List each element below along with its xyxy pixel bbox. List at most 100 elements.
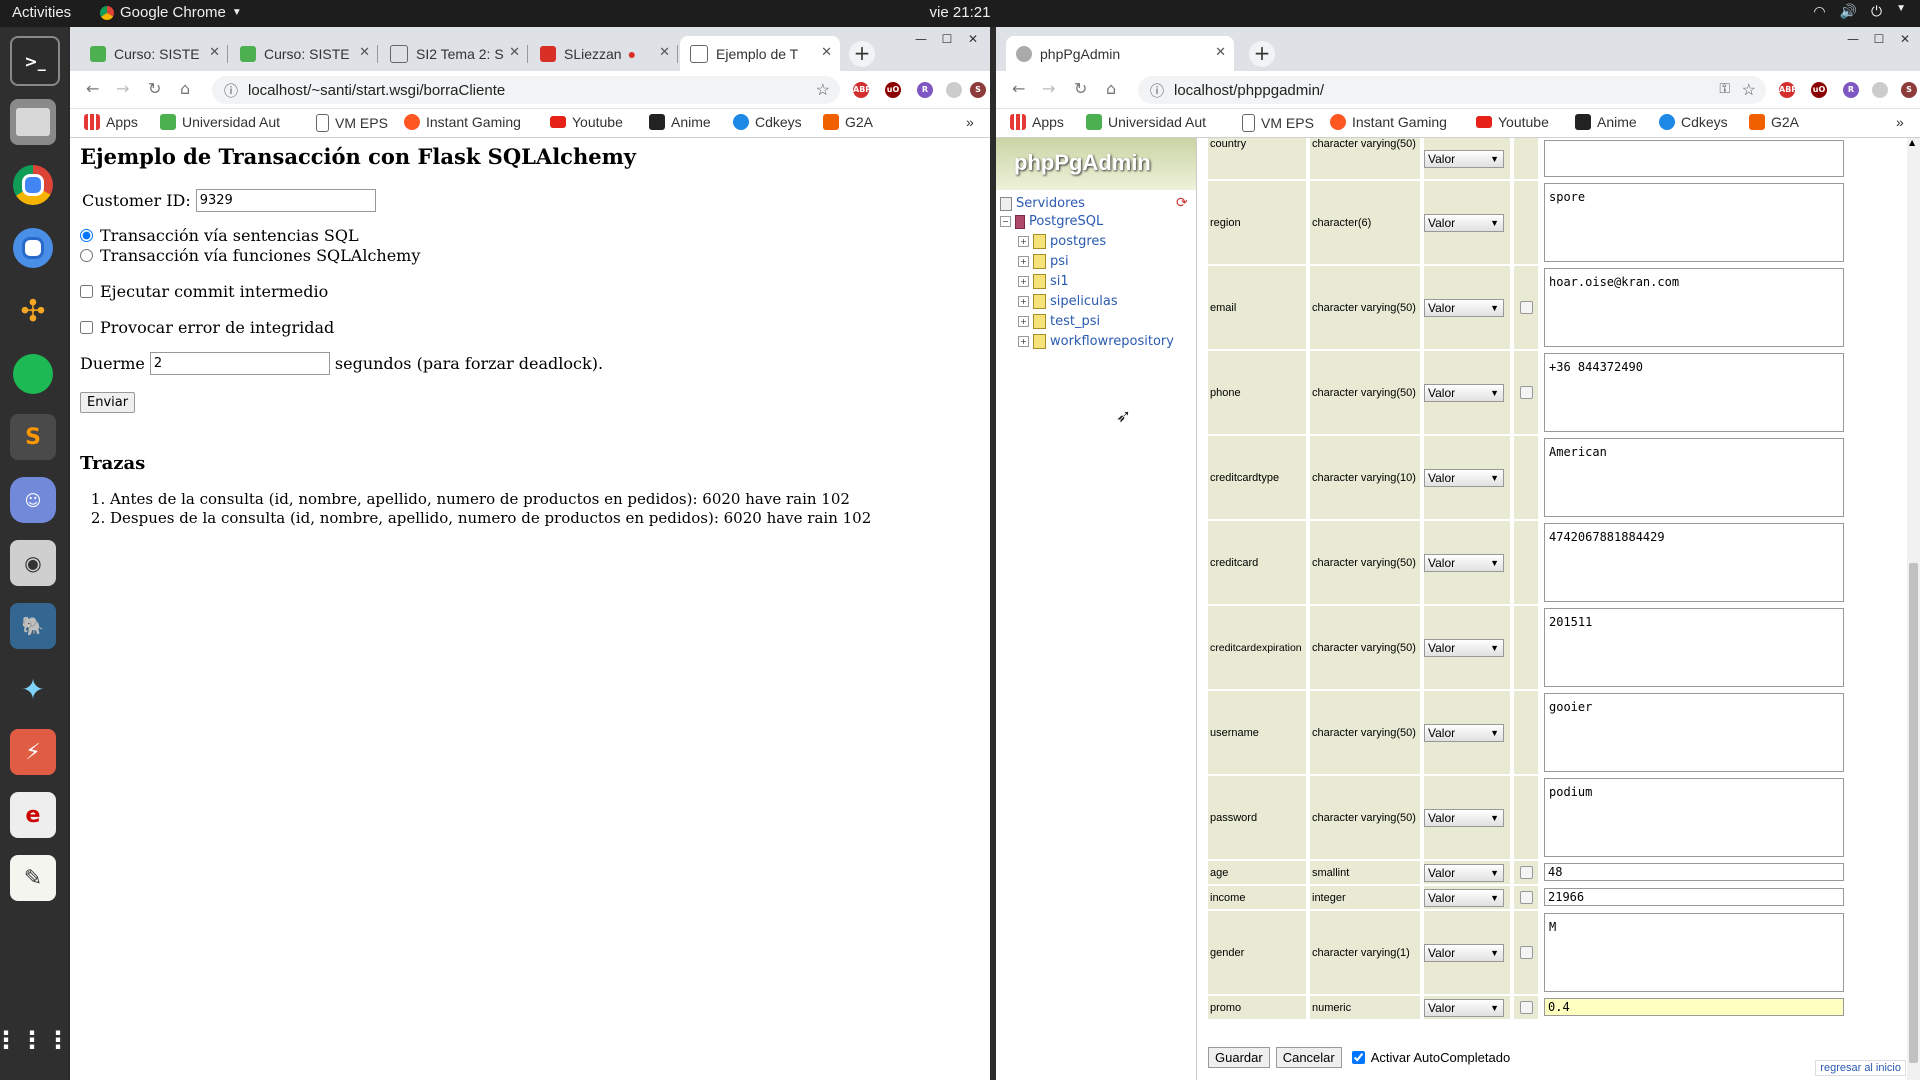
extension-r-icon[interactable]: R <box>1843 82 1859 98</box>
tab-phppgadmin[interactable]: phpPgAdmin ✕ <box>1006 36 1234 71</box>
value-textarea[interactable]: gooier <box>1544 693 1844 772</box>
ublock-icon[interactable]: uO <box>885 82 901 98</box>
minimize-icon[interactable]: — <box>1844 31 1862 47</box>
collapse-icon[interactable]: − <box>1000 216 1011 227</box>
tab-curso-2[interactable]: Curso: SISTE ✕ <box>230 36 378 71</box>
scrollbar-thumb[interactable] <box>1909 563 1918 1063</box>
close-icon[interactable]: ✕ <box>509 44 520 60</box>
expand-icon[interactable]: + <box>1018 296 1029 307</box>
close-icon[interactable]: ✕ <box>209 44 220 60</box>
tree-db-test-psi[interactable]: + test_psi <box>1018 314 1100 329</box>
address-bar[interactable]: ⓘ localhost/phppgadmin/ ⚿ ☆ <box>1138 76 1766 104</box>
activities-button[interactable]: Activities <box>12 4 71 21</box>
bookmark-g2a[interactable]: G2A <box>1749 114 1799 130</box>
function-select[interactable]: Valor <box>1424 149 1504 168</box>
null-checkbox[interactable] <box>1519 891 1533 904</box>
function-select[interactable]: Valor <box>1424 888 1504 907</box>
value-textarea[interactable]: podium <box>1544 778 1844 857</box>
close-icon[interactable]: ✕ <box>659 44 670 60</box>
sublime-icon[interactable]: S <box>10 414 56 460</box>
function-select[interactable]: Valor <box>1424 638 1504 657</box>
commit-checkbox[interactable] <box>80 285 93 298</box>
close-icon[interactable]: ✕ <box>1215 44 1226 60</box>
expand-icon[interactable]: + <box>1018 336 1029 347</box>
cancel-button[interactable]: Cancelar <box>1275 1047 1342 1068</box>
function-select[interactable]: Valor <box>1424 298 1504 317</box>
function-select[interactable]: Valor <box>1424 468 1504 487</box>
function-select[interactable]: Valor <box>1424 723 1504 742</box>
radio-sql[interactable] <box>80 229 93 242</box>
home-icon[interactable]: ⌂ <box>1106 79 1116 98</box>
bookmark-youtube[interactable]: Youtube <box>1476 114 1549 130</box>
chrome-icon[interactable] <box>10 162 56 208</box>
submit-button[interactable]: Enviar <box>80 392 136 413</box>
tree-servers[interactable]: Servidores <box>1000 196 1085 211</box>
git-icon[interactable]: ⚡ <box>10 729 56 775</box>
scroll-up-icon[interactable]: ▲ <box>1909 138 1915 147</box>
value-textarea[interactable]: +36 844372490 <box>1544 353 1844 432</box>
sleep-input[interactable] <box>149 352 330 375</box>
bookmark-instant-gaming[interactable]: Instant Gaming <box>404 114 521 130</box>
extension-icon[interactable] <box>946 82 962 98</box>
save-button[interactable]: Guardar <box>1208 1047 1270 1068</box>
function-select[interactable]: Valor <box>1424 553 1504 572</box>
tree-db-postgres[interactable]: + postgres <box>1018 234 1106 249</box>
info-icon[interactable]: ⓘ <box>1150 81 1164 101</box>
evince-icon[interactable]: e <box>10 792 56 838</box>
autocomplete-checkbox[interactable] <box>1351 1051 1365 1064</box>
function-select[interactable]: Valor <box>1424 383 1504 402</box>
maximize-icon[interactable]: ☐ <box>938 31 956 47</box>
expand-icon[interactable]: + <box>1018 236 1029 247</box>
new-tab-button[interactable]: + <box>849 41 875 67</box>
close-icon[interactable]: ✕ <box>821 44 832 60</box>
system-tray[interactable]: ◠ 🔊 ⏻ ▼ <box>1813 3 1906 20</box>
refresh-icon[interactable]: ⟳ <box>1176 195 1188 211</box>
function-select[interactable]: Valor <box>1424 863 1504 882</box>
bookmark-vm-eps[interactable]: VM EPS <box>316 114 388 132</box>
value-input[interactable] <box>1544 998 1844 1016</box>
vpn-icon[interactable]: ✣ <box>10 288 56 334</box>
bookmark-universidad[interactable]: Universidad Aut <box>160 114 300 130</box>
bookmark-apps[interactable]: Apps <box>84 114 138 130</box>
clock[interactable]: vie 21:21 <box>0 4 1920 21</box>
vertical-scrollbar[interactable]: ▲ <box>1907 138 1920 1080</box>
info-icon[interactable]: ⓘ <box>224 81 238 101</box>
app-menu[interactable]: Google Chrome ▼ <box>100 4 242 21</box>
key-icon[interactable]: ⚿ <box>1719 80 1730 97</box>
terminal-icon[interactable]: >_ <box>10 36 60 86</box>
value-input[interactable] <box>1544 888 1844 906</box>
profile-avatar[interactable]: S <box>1901 82 1917 98</box>
null-checkbox[interactable] <box>1519 301 1533 314</box>
star-icon[interactable]: ☆ <box>1742 80 1756 100</box>
profile-avatar[interactable]: S <box>970 82 986 98</box>
reload-icon[interactable]: ↻ <box>148 79 161 98</box>
tree-postgresql[interactable]: − PostgreSQL <box>1000 214 1103 229</box>
maximize-icon[interactable]: ☐ <box>1870 31 1888 47</box>
show-apps-icon[interactable]: ⋮⋮⋮ <box>0 1017 70 1063</box>
more-bookmarks-icon[interactable]: » <box>1896 114 1904 130</box>
camera-icon[interactable]: ◉ <box>10 540 56 586</box>
bookmark-apps[interactable]: Apps <box>1010 114 1064 130</box>
close-icon[interactable]: ✕ <box>359 44 370 60</box>
address-bar[interactable]: ⓘ localhost/~santi/start.wsgi/borraClien… <box>212 76 840 104</box>
function-select[interactable]: Valor <box>1424 808 1504 827</box>
bookmark-cdkeys[interactable]: Cdkeys <box>1659 114 1728 130</box>
adblock-icon[interactable]: ABP <box>1779 82 1797 98</box>
bookmark-youtube[interactable]: Youtube <box>550 114 623 130</box>
null-checkbox[interactable] <box>1519 866 1533 879</box>
null-checkbox[interactable] <box>1519 946 1533 959</box>
extension-icon[interactable] <box>1872 82 1888 98</box>
bookmark-instant-gaming[interactable]: Instant Gaming <box>1330 114 1447 130</box>
tab-ejemplo[interactable]: Ejemplo de T ✕ <box>680 36 840 71</box>
value-textarea[interactable]: hoar.oise@kran.com <box>1544 268 1844 347</box>
value-textarea[interactable]: spore <box>1544 183 1844 262</box>
bookmark-vm-eps[interactable]: VM EPS <box>1242 114 1314 132</box>
star-icon[interactable]: ☆ <box>816 80 830 100</box>
forward-icon[interactable]: → <box>116 79 129 98</box>
customer-id-input[interactable] <box>195 189 376 212</box>
bookmark-universidad[interactable]: Universidad Aut <box>1086 114 1226 130</box>
bookmark-anime[interactable]: Anime <box>1575 114 1637 130</box>
value-textarea[interactable]: 201511 <box>1544 608 1844 687</box>
tab-si2-tema2[interactable]: SI2 Tema 2: S ✕ <box>380 36 528 71</box>
spotify-icon[interactable] <box>10 351 56 397</box>
